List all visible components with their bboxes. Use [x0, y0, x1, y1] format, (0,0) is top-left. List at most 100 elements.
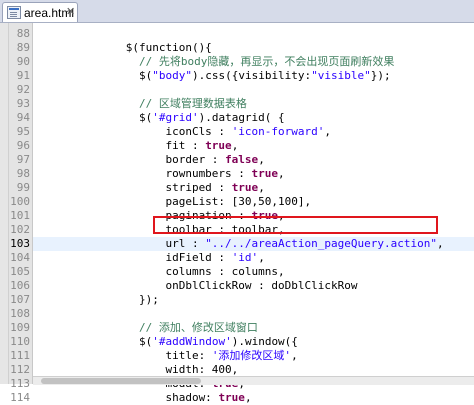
- code-line[interactable]: [33, 307, 474, 321]
- code-line[interactable]: onDblClickRow : doDblClickRow: [33, 279, 474, 293]
- line-number: 110: [10, 335, 30, 348]
- code-line[interactable]: idField : 'id',: [33, 251, 474, 265]
- line-number: 100: [10, 195, 30, 208]
- code-token: "visible": [311, 69, 371, 82]
- code-token: true: [251, 167, 279, 180]
- line-number: 91: [16, 69, 30, 82]
- line-number: 103: [10, 237, 30, 250]
- line-number: 112: [10, 363, 30, 376]
- code-line[interactable]: columns : columns,: [33, 265, 474, 279]
- code-line[interactable]: rownumbers : true,: [33, 167, 474, 181]
- code-token: iconCls :: [33, 125, 232, 138]
- line-number: 104: [10, 251, 30, 264]
- close-tab-icon[interactable]: ✕: [66, 5, 75, 18]
- line-number: 111: [10, 349, 30, 362]
- code-line[interactable]: shadow: true,: [33, 391, 474, 405]
- line-number: 101: [10, 209, 30, 222]
- line-number: 92: [16, 83, 30, 96]
- line-number: 98: [16, 167, 30, 180]
- code-token: striped :: [33, 181, 232, 194]
- code-token: rownumbers :: [33, 167, 252, 180]
- code-token: width: 400,: [33, 363, 239, 376]
- line-number: 90: [16, 55, 30, 68]
- code-token: ,: [231, 139, 239, 152]
- code-token: ).datagrid( {: [198, 111, 285, 124]
- code-line[interactable]: title: '添加修改区域',: [33, 349, 474, 363]
- code-token: $(: [33, 111, 153, 124]
- code-token: ).window({: [231, 335, 298, 348]
- line-number: 102: [10, 223, 30, 236]
- code-token: onDblClickRow : doDblClickRow: [33, 279, 358, 292]
- code-token: 'id': [231, 251, 259, 264]
- line-number: 107: [10, 293, 30, 306]
- code-token: ,: [258, 153, 265, 166]
- code-line[interactable]: $('#addWindow').window({: [33, 335, 474, 349]
- code-token: $(function(){: [33, 41, 212, 54]
- code-token: fit :: [33, 139, 206, 152]
- code-token: ,: [324, 125, 332, 138]
- code-line[interactable]: [33, 83, 474, 97]
- code-line[interactable]: $("body").css({visibility:"visible"});: [33, 69, 474, 83]
- code-token: true: [205, 139, 232, 152]
- code-line[interactable]: $('#grid').datagrid( {: [33, 111, 474, 125]
- line-number: 93: [16, 97, 30, 110]
- line-number: 99: [16, 181, 30, 194]
- code-line[interactable]: border : false,: [33, 153, 474, 167]
- code-line[interactable]: [33, 27, 474, 41]
- line-number: 89: [16, 41, 30, 54]
- code-line[interactable]: pageList: [30,50,100],: [33, 195, 474, 209]
- line-number: 97: [16, 153, 30, 166]
- code-token: '#grid': [152, 111, 199, 124]
- code-line[interactable]: // 添加、修改区域窗口: [33, 321, 474, 335]
- code-token: idField :: [33, 251, 232, 264]
- code-token: pageList: [30,50,100],: [33, 195, 312, 208]
- code-token: border :: [33, 153, 226, 166]
- code-token: // 添加、修改区域窗口: [33, 321, 258, 334]
- code-token: false: [225, 153, 259, 166]
- line-number: 96: [16, 139, 30, 152]
- code-line[interactable]: $(function(){: [33, 41, 474, 55]
- code-token: true: [231, 181, 259, 194]
- code-token: ,: [244, 391, 252, 404]
- code-token: title:: [33, 349, 212, 362]
- code-token: true: [218, 391, 245, 404]
- code-token: // 先将body隐藏，再显示，不会出现页面刷新效果: [33, 55, 395, 68]
- code-token: ,: [291, 349, 298, 362]
- code-token: 'icon-forward': [231, 125, 325, 138]
- line-number: 88: [16, 27, 30, 40]
- code-token: ,: [436, 237, 444, 250]
- line-number-gutter: 88 89 90 91 92 93 94 95 96 97 98 99 100 101 102 103 104 1…: [9, 23, 33, 404]
- line-number: 109: [10, 321, 30, 334]
- code-line[interactable]: url : "../../areaAction_pageQuery.action…: [33, 237, 474, 251]
- line-number: 108: [10, 307, 30, 320]
- code-line[interactable]: // 区域管理数据表格: [33, 97, 474, 111]
- scrollbar-thumb[interactable]: [41, 378, 201, 384]
- code-token: shadow:: [33, 391, 219, 404]
- line-number: 105: [10, 265, 30, 278]
- code-line[interactable]: fit : true,: [33, 139, 474, 153]
- code-token: url :: [33, 237, 206, 250]
- code-line[interactable]: });: [33, 293, 474, 307]
- html-file-icon: [7, 6, 21, 19]
- code-line[interactable]: // 先将body隐藏，再显示，不会出现页面刷新效果: [33, 55, 474, 69]
- editor-tab-bar: area.html ✕: [0, 0, 474, 23]
- code-line[interactable]: iconCls : 'icon-forward',: [33, 125, 474, 139]
- code-token: ).css({visibility:: [191, 69, 312, 82]
- line-number: 95: [16, 125, 30, 138]
- code-editor[interactable]: $(function(){ // 先将body隐藏，再显示，不会出现页面刷新效果…: [33, 23, 474, 404]
- line-number: 113: [10, 377, 30, 390]
- code-line[interactable]: width: 400,: [33, 363, 474, 377]
- code-token: ,: [258, 251, 265, 264]
- code-token: '#addWindow': [152, 335, 232, 348]
- line-number: 114: [10, 391, 30, 404]
- code-token: "body": [152, 69, 192, 82]
- code-token: ,: [258, 181, 265, 194]
- code-token: // 区域管理数据表格: [33, 97, 247, 110]
- code-token: columns : columns,: [33, 265, 285, 278]
- code-token: ,: [278, 167, 285, 180]
- highlight-annotation-box: [153, 216, 438, 234]
- code-token: });: [370, 69, 391, 82]
- code-line[interactable]: striped : true,: [33, 181, 474, 195]
- code-token: $(: [33, 69, 153, 82]
- tab-area-html[interactable]: area.html ✕: [2, 2, 78, 22]
